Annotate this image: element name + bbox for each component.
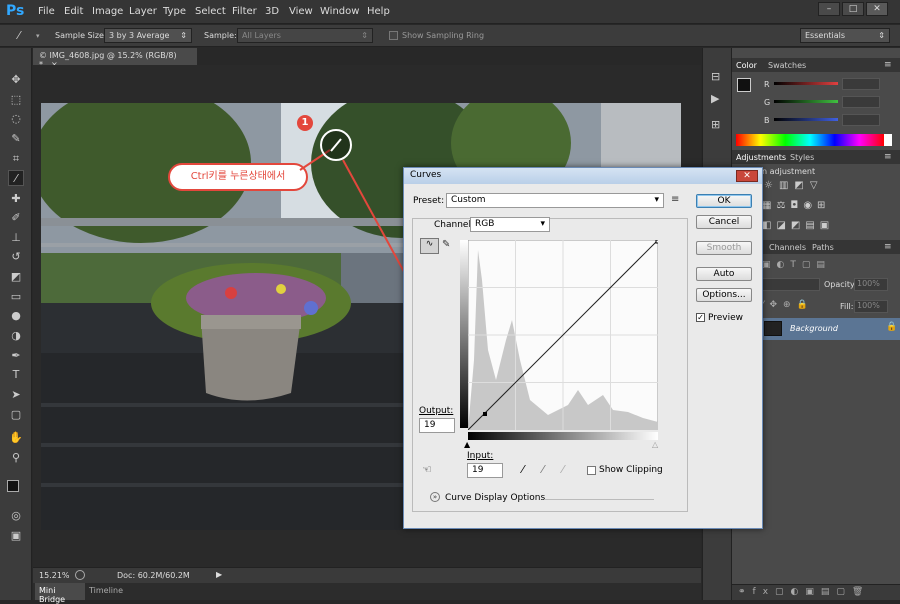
adjustment-icons-row-2[interactable]: ▦⚖◘◉⊞ — [762, 200, 830, 211]
preview-label: Preview — [708, 313, 744, 323]
fill-label: Fill: — [840, 302, 854, 311]
preview-checkbox[interactable]: ✓ — [696, 313, 705, 322]
tab-color[interactable]: Color — [736, 61, 757, 70]
b-slider[interactable] — [774, 118, 838, 121]
smooth-button[interactable]: Smooth — [696, 241, 752, 255]
adjustment-icons-row-1[interactable]: ☼▥◩▽ — [764, 180, 824, 191]
properties-panel-icon[interactable]: ⊞ — [711, 118, 720, 131]
targeted-adjustment-icon[interactable]: ☜ — [422, 463, 432, 476]
bottom-tabs: Mini Bridge Timeline — [33, 583, 701, 604]
zoom-level[interactable]: 15.21% — [39, 571, 70, 580]
pencil-tool-icon[interactable]: ✎ — [442, 239, 450, 250]
channel-g-label: G — [764, 98, 771, 107]
output-field[interactable]: 19 — [419, 418, 455, 433]
adjustments-title: n adjustment — [762, 167, 816, 176]
tab-paths[interactable]: Paths — [812, 243, 834, 252]
curve-point — [483, 412, 487, 416]
dialog-close-icon[interactable]: ✕ — [736, 170, 758, 182]
tab-mini-bridge[interactable]: Mini Bridge — [35, 583, 85, 604]
actions-play-icon[interactable]: ▶ — [711, 92, 719, 105]
color-spectrum[interactable] — [736, 134, 884, 146]
layers-menu-icon[interactable]: ≡ — [884, 242, 892, 252]
lock-icons[interactable]: ⁄✥⊕🔒 — [762, 300, 814, 310]
show-clipping-checkbox[interactable] — [587, 466, 596, 475]
layer-row-background[interactable]: Background 🔒 — [762, 318, 900, 340]
tab-swatches[interactable]: Swatches — [768, 61, 806, 70]
channel-b-label: B — [764, 116, 770, 125]
black-eyedropper-icon[interactable]: ⁄ — [522, 463, 524, 476]
adjustments-menu-icon[interactable]: ≡ — [884, 152, 892, 162]
ok-button[interactable]: OK — [696, 194, 752, 208]
curve-display-options-label[interactable]: Curve Display Options — [445, 493, 545, 503]
channel-select[interactable]: RGB ▾ — [470, 217, 550, 232]
b-value[interactable] — [842, 114, 880, 126]
input-field[interactable]: 19 — [467, 463, 503, 478]
curves-title: Curves — [404, 168, 762, 184]
auto-button[interactable]: Auto — [696, 267, 752, 281]
curves-graph[interactable] — [468, 240, 658, 430]
fg-color-swatch[interactable] — [737, 78, 751, 92]
white-eyedropper-icon[interactable]: ⁄ — [562, 463, 564, 476]
g-slider[interactable] — [774, 100, 838, 103]
history-panel-icon[interactable]: ⊟ — [711, 70, 720, 83]
layer-thumbnail — [764, 321, 782, 336]
curve-tool-icon[interactable]: ∿ — [420, 238, 439, 254]
tab-channels[interactable]: Channels — [769, 243, 806, 252]
cancel-button[interactable]: Cancel — [696, 215, 752, 229]
chevron-down-icon[interactable]: » — [430, 492, 440, 502]
preset-options-icon[interactable]: ≡ — [671, 194, 679, 205]
input-label: Input: — [467, 451, 494, 461]
r-value[interactable] — [842, 78, 880, 90]
status-menu-arrow-icon[interactable]: ▶ — [216, 570, 222, 579]
curves-dialog: Curves ✕ Preset: Custom ▾ ≡ Channel: RGB ▾… — [403, 167, 763, 529]
options-button[interactable]: Options... — [696, 288, 752, 302]
white-swatch[interactable] — [884, 134, 892, 146]
adjustment-icons-row-3[interactable]: ◧◪◩▤▣ — [762, 220, 834, 231]
status-bar: 15.21% Doc: 60.2M/60.2M ▶ — [33, 567, 701, 583]
input-gradient — [468, 432, 658, 440]
black-point-slider-icon[interactable]: ▲ — [464, 440, 470, 449]
output-gradient — [460, 240, 468, 428]
opacity-value[interactable]: 100% — [854, 278, 888, 291]
preset-label: Preset: — [413, 196, 445, 206]
g-value[interactable] — [842, 96, 880, 108]
preset-select[interactable]: Custom ▾ — [446, 193, 664, 208]
color-panel-menu-icon[interactable]: ≡ — [884, 60, 892, 70]
blend-mode-select[interactable] — [762, 278, 820, 291]
opacity-label: Opacity: — [824, 280, 857, 289]
tab-timeline[interactable]: Timeline — [89, 586, 123, 595]
layer-lock-icon: 🔒 — [886, 322, 898, 332]
r-slider[interactable] — [774, 82, 838, 85]
gray-eyedropper-icon[interactable]: ⁄ — [542, 463, 544, 476]
status-info-icon[interactable] — [75, 570, 85, 580]
fill-value[interactable]: 100% — [854, 300, 888, 313]
layer-filter-icons[interactable]: ▣◐T▢▤ — [762, 260, 831, 270]
channel-r-label: R — [764, 80, 770, 89]
layer-name: Background — [790, 324, 838, 333]
doc-size: Doc: 60.2M/60.2M — [117, 571, 190, 580]
separator — [544, 499, 654, 500]
show-clipping-label: Show Clipping — [599, 465, 663, 475]
white-point-slider-icon[interactable]: △ — [652, 440, 658, 449]
tab-adjustments[interactable]: Adjustments — [736, 153, 786, 162]
output-label: Output: — [419, 406, 454, 416]
tab-styles[interactable]: Styles — [790, 153, 814, 162]
layers-footer-icons[interactable]: ⚭fx▢◐▣▤▢🗑 — [732, 584, 900, 600]
